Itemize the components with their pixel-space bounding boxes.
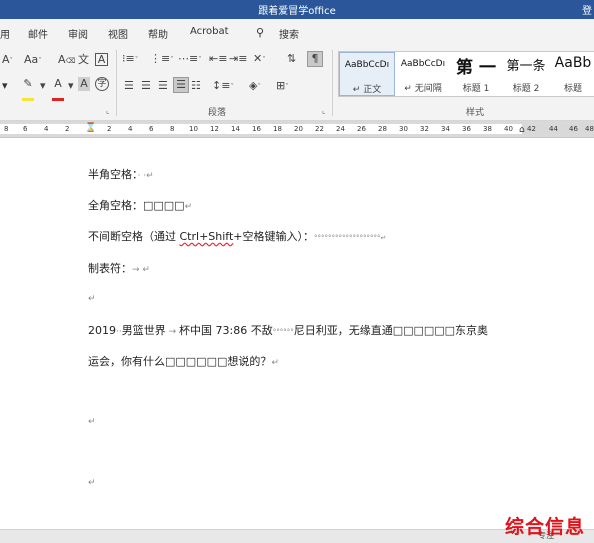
ruler-tick: 26: [357, 125, 366, 133]
ruler-tick: 30: [399, 125, 408, 133]
align-right-icon[interactable]: ☰: [158, 79, 168, 93]
doc-line-empty: ↵: [88, 417, 96, 427]
shading-icon[interactable]: ◈ˇ: [249, 79, 261, 94]
increase-indent-icon[interactable]: ⇥≡: [229, 52, 247, 66]
shading-button[interactable]: ▾: [2, 79, 8, 93]
ruler-tick: 44: [549, 125, 558, 133]
highlighter-icon: ✎: [23, 77, 33, 90]
paragraph-group-label: 段落: [208, 108, 227, 118]
ruler-tick: 4: [128, 125, 133, 133]
site-watermark: 综合信息: [505, 516, 586, 538]
distribute-icon[interactable]: ☷: [191, 79, 201, 93]
doc-line-full-space: 全角空格：□□□□↵: [88, 199, 193, 212]
doc-line-sentence-1: 2019··男篮世界 → 杯中国 73:86 不敌°°°°°°尼日利亚，无缘直通…: [88, 324, 489, 337]
doc-line-empty: ↵: [88, 478, 96, 488]
font-color-button[interactable]: A: [52, 77, 64, 105]
ruler-tick: 46: [569, 125, 578, 133]
tab-acrobat[interactable]: Acrobat: [190, 26, 229, 37]
group-separator: [332, 50, 333, 116]
clear-format-button[interactable]: A⌫: [58, 53, 75, 68]
ruler-track: 8 6 4 2 ⌛ 2 4 6 8 10 12 14 16 18 20 22 2…: [0, 123, 522, 134]
tab-view[interactable]: 视图: [108, 26, 128, 41]
doc-line-tab: 制表符：→ ↵: [88, 262, 150, 275]
highlight-dropdown[interactable]: ▾: [40, 79, 46, 93]
doc-line-nbsp: 不间断空格（通过 Ctrl+Shift+空格键输入）：°°°°°°°°°°°°°…: [88, 230, 387, 243]
ruler-tick: 20: [294, 125, 303, 133]
ruler-tick: 38: [483, 125, 492, 133]
signin-link[interactable]: 登: [582, 2, 592, 17]
decrease-indent-icon[interactable]: ⇤≡: [209, 52, 227, 66]
multilevel-icon[interactable]: ⋯≡ˇ: [178, 52, 202, 67]
align-left-icon[interactable]: ☰: [124, 79, 134, 93]
document-page[interactable]: 半角空格：· ·↵ 全角空格：□□□□↵ 不间断空格（通过 Ctrl+Shift…: [0, 138, 594, 529]
ruler-tick: 8: [170, 125, 175, 133]
change-case-button[interactable]: Aaˇ: [24, 53, 42, 68]
doc-line-sentence-2: 运会，你有什么□□□□□□想说的？↵: [88, 355, 279, 368]
horizontal-ruler[interactable]: 8 6 4 2 ⌛ 2 4 6 8 10 12 14 16 18 20 22 2…: [0, 121, 594, 138]
ruler-tick: 14: [231, 125, 240, 133]
borders-icon[interactable]: ⊞ˇ: [276, 79, 289, 94]
ruler-tick: 10: [189, 125, 198, 133]
bullets-icon[interactable]: ⁝≡ˇ: [122, 52, 138, 67]
ruler-tick: 8: [4, 125, 9, 133]
indent-marker[interactable]: ⌛: [85, 123, 96, 133]
align-center-icon[interactable]: ☰: [141, 79, 151, 93]
shrink-font-button[interactable]: Aˇ: [2, 53, 13, 68]
tab-search[interactable]: 搜索: [279, 26, 299, 41]
ribbon-tabs: 用 邮件 审阅 视图 帮助 Acrobat ⚲ 搜索: [0, 19, 594, 46]
chinese-layout-icon[interactable]: ✕ˇ: [253, 52, 266, 67]
styles-gallery: AaBbCcDı ↵ 正文 AaBbCcDı ↵ 无间隔 第 一 标题 1 第一…: [338, 51, 594, 97]
char-shading-button[interactable]: A: [78, 77, 90, 91]
paragraph-dialog-launcher[interactable]: ⌞: [322, 106, 326, 115]
ruler-tick: 24: [336, 125, 345, 133]
ruler-tick: 32: [420, 125, 429, 133]
style-title[interactable]: AaBb 标题: [551, 52, 594, 96]
tab-help[interactable]: 帮助: [148, 26, 168, 41]
ruler-tick: 34: [441, 125, 450, 133]
ruler-tick: 6: [149, 125, 154, 133]
char-border-button[interactable]: A: [95, 53, 108, 66]
ruler-tick: 12: [210, 125, 219, 133]
right-indent-marker[interactable]: ⌂: [519, 125, 525, 135]
style-heading-1[interactable]: 第 一 标题 1: [451, 52, 501, 96]
show-marks-button[interactable]: ¶: [307, 51, 323, 67]
tab-references[interactable]: 用: [0, 26, 10, 41]
ruler-tick: 42: [527, 125, 536, 133]
ruler-tick: 22: [315, 125, 324, 133]
group-separator: [116, 50, 117, 116]
style-heading-2[interactable]: 第一条 标题 2: [501, 52, 551, 96]
styles-group-label: 样式: [466, 108, 485, 118]
title-bar: 跟着爱冒学office 登: [0, 0, 594, 19]
ruler-tick: 4: [44, 125, 49, 133]
ruler-tick: 6: [23, 125, 28, 133]
font-dialog-launcher[interactable]: ⌞: [106, 106, 110, 115]
lightbulb-icon[interactable]: ⚲: [256, 26, 264, 39]
ruler-tick: 48: [585, 125, 594, 133]
ruler-tick: 2: [107, 125, 112, 133]
tab-review[interactable]: 审阅: [68, 26, 88, 41]
font-color-dropdown[interactable]: ▾: [68, 79, 74, 93]
window-title: 跟着爱冒学office: [258, 6, 336, 17]
numbering-icon[interactable]: ⋮≡ˇ: [150, 52, 174, 67]
ruler-tick: 36: [462, 125, 471, 133]
doc-line-half-space: 半角空格：· ·↵: [88, 168, 154, 181]
justify-icon[interactable]: ☰: [173, 77, 189, 93]
highlight-button[interactable]: ✎: [22, 77, 34, 105]
sort-icon[interactable]: ⇅: [287, 52, 296, 66]
ruler-tick: 28: [378, 125, 387, 133]
doc-line-empty: ↵: [88, 294, 96, 304]
ruler-tick: 16: [252, 125, 261, 133]
style-normal[interactable]: AaBbCcDı ↵ 正文: [339, 52, 395, 96]
ruler-tick: 2: [65, 125, 70, 133]
phonetic-guide-button[interactable]: 文: [78, 53, 89, 67]
ruler-tick: 18: [273, 125, 282, 133]
style-no-spacing[interactable]: AaBbCcDı ↵ 无间隔: [395, 52, 451, 96]
ruler-tick: 40: [504, 125, 513, 133]
tab-mailings[interactable]: 邮件: [28, 26, 48, 41]
line-spacing-icon[interactable]: ↕≡ˇ: [212, 79, 234, 94]
enclose-char-button[interactable]: 字: [95, 77, 109, 91]
